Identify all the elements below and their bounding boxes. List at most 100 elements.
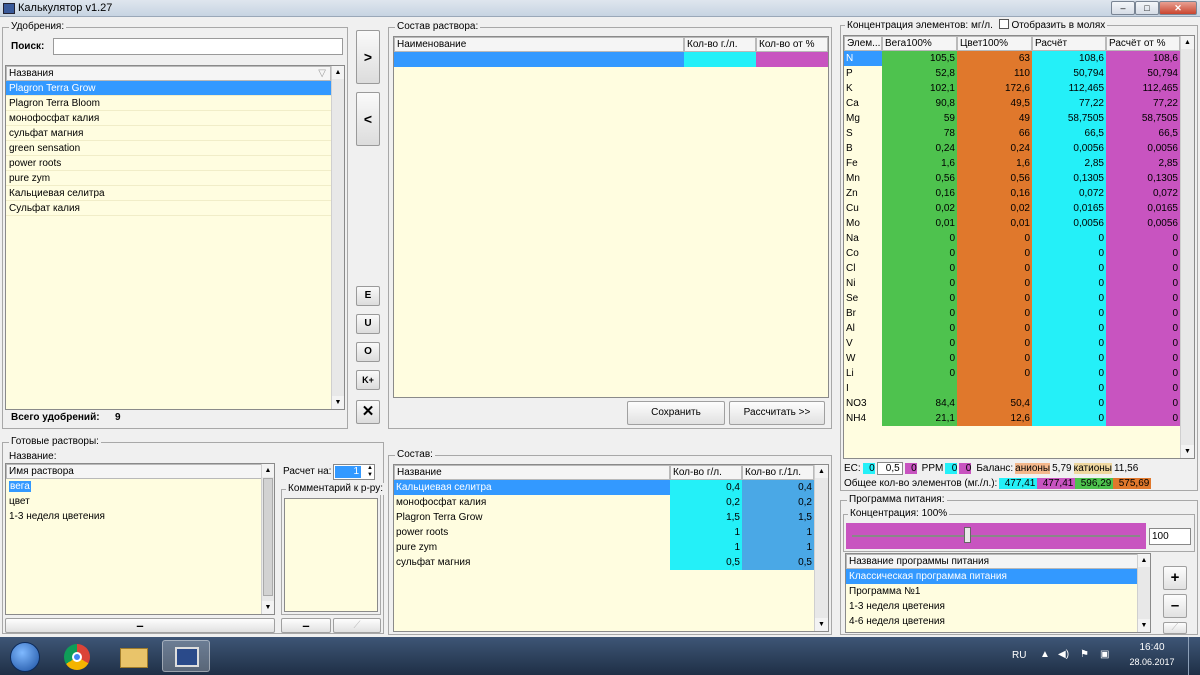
calc-for-stepper[interactable]: 1 ▲ ▼ bbox=[333, 464, 375, 480]
concentration-row[interactable]: P 52,8 110 50,794 50,794 bbox=[844, 66, 1180, 81]
calculate-button[interactable]: Рассчитать >> bbox=[729, 401, 825, 425]
start-button[interactable] bbox=[2, 640, 50, 672]
composition-row[interactable]: power roots 1 1 bbox=[394, 525, 814, 540]
ready-scrollbar[interactable]: ▲ ▼ bbox=[261, 464, 274, 614]
fertilizer-item[interactable]: сульфат магния bbox=[6, 126, 331, 141]
concentration-row[interactable]: Co 0 0 0 0 bbox=[844, 246, 1180, 261]
solution-row-selected[interactable] bbox=[394, 52, 828, 67]
composition-row[interactable]: сульфат магния 0,5 0,5 bbox=[394, 555, 814, 570]
fertilizer-item[interactable]: green sensation bbox=[6, 141, 331, 156]
add-to-solution-button[interactable]: > bbox=[356, 30, 380, 84]
concentration-row[interactable]: N 105,5 63 108,6 108,6 bbox=[844, 51, 1180, 66]
concentration-row[interactable]: V0000 bbox=[844, 336, 1180, 351]
concentration-row[interactable]: B 0,24 0,24 0,0056 0,0056 bbox=[844, 141, 1180, 156]
chart-icon[interactable]: ⟋ bbox=[333, 618, 381, 633]
conc-col-calc-percent[interactable]: Расчёт от % bbox=[1106, 36, 1180, 51]
flag-icon[interactable]: ⚑ bbox=[1080, 649, 1089, 660]
concentration-row[interactable]: Li 0 0 0 0 bbox=[844, 366, 1180, 381]
concentration-slider[interactable] bbox=[846, 523, 1146, 549]
fertilizer-item[interactable]: Сульфат калия bbox=[6, 201, 331, 216]
o-button[interactable]: O bbox=[356, 342, 380, 362]
concentration-row[interactable]: I 00 bbox=[844, 381, 1180, 396]
add-program-button[interactable]: + bbox=[1163, 566, 1187, 590]
conc-col-element[interactable]: Элем... bbox=[844, 36, 882, 51]
maximize-button[interactable]: □ bbox=[1135, 1, 1159, 15]
fertilizer-item[interactable]: pure zym bbox=[6, 171, 331, 186]
calculator-app-icon[interactable] bbox=[162, 640, 210, 672]
conc-col-tsvet[interactable]: Цвет100% bbox=[957, 36, 1032, 51]
concentration-row[interactable]: Zn 0,16 0,16 0,072 0,072 bbox=[844, 186, 1180, 201]
composition-row[interactable]: pure zym 1 1 bbox=[394, 540, 814, 555]
network-icon[interactable]: ▣ bbox=[1100, 649, 1109, 660]
u-button[interactable]: U bbox=[356, 314, 380, 334]
solution-col-name[interactable]: Наименование bbox=[394, 37, 684, 52]
concentration-row[interactable]: Cl 0 0 0 0 bbox=[844, 261, 1180, 276]
explorer-icon[interactable] bbox=[110, 640, 158, 672]
conc-col-vega[interactable]: Вега100% bbox=[882, 36, 957, 51]
solution-col-grams[interactable]: Кол-во г./л. bbox=[684, 37, 756, 52]
concentration-scrollbar[interactable]: ▲ ▼ bbox=[1180, 36, 1194, 458]
concentration-row[interactable]: Ca 90,8 49,5 77,22 77,22 bbox=[844, 96, 1180, 111]
clock-date[interactable]: 28.06.2017 bbox=[1126, 657, 1178, 667]
delete-solution-button[interactable]: – bbox=[5, 618, 275, 633]
language-indicator[interactable]: RU bbox=[1012, 650, 1026, 661]
comment-textarea[interactable] bbox=[284, 498, 378, 612]
concentration-row[interactable]: Mn 0,56 0,56 0,1305 0,1305 bbox=[844, 171, 1180, 186]
concentration-row[interactable]: NH4 21,1 12,6 0 0 bbox=[844, 411, 1180, 426]
e-button[interactable]: E bbox=[356, 286, 380, 306]
minimize-button[interactable]: – bbox=[1111, 1, 1135, 15]
program-col-name[interactable]: Название программы питания bbox=[846, 554, 1138, 569]
k-plus-button[interactable]: K+ bbox=[356, 370, 380, 390]
program-item[interactable]: Программа №1 bbox=[846, 584, 1138, 599]
fertilizer-item[interactable]: Plagron Terra Bloom bbox=[6, 96, 331, 111]
tray-arrow-icon[interactable]: ▲ bbox=[1040, 649, 1050, 660]
search-input[interactable] bbox=[53, 38, 343, 55]
conc-col-calc[interactable]: Расчёт bbox=[1032, 36, 1106, 51]
moles-checkbox[interactable] bbox=[998, 19, 1009, 29]
concentration-row[interactable]: Fe 1,6 1,6 2,85 2,85 bbox=[844, 156, 1180, 171]
concentration-row[interactable]: Cu 0,02 0,02 0,0165 0,0165 bbox=[844, 201, 1180, 216]
save-button[interactable]: Сохранить bbox=[627, 401, 725, 425]
volume-icon[interactable]: ◀) bbox=[1058, 649, 1069, 660]
composition-col-g-per-1l[interactable]: Кол-во г./1л. bbox=[742, 465, 814, 480]
composition-col-name[interactable]: Название bbox=[394, 465, 670, 480]
clock-time[interactable]: 16:40 bbox=[1130, 642, 1174, 653]
remove-from-solution-button[interactable]: < bbox=[356, 92, 380, 146]
concentration-row[interactable]: S 78 66 66,5 66,5 bbox=[844, 126, 1180, 141]
concentration-row[interactable]: K 102,1 172,6 112,465 112,465 bbox=[844, 81, 1180, 96]
delete-comment-button[interactable]: – bbox=[281, 618, 331, 633]
slider-thumb[interactable] bbox=[964, 527, 972, 543]
concentration-row[interactable]: W0000 bbox=[844, 351, 1180, 366]
remove-program-button[interactable]: – bbox=[1163, 594, 1187, 618]
fertilizer-item[interactable]: Plagron Terra Grow bbox=[6, 81, 331, 96]
concentration-row[interactable]: NO3 84,4 50,4 0 0 bbox=[844, 396, 1180, 411]
clear-icon[interactable]: ✕ bbox=[356, 400, 380, 424]
concentration-row[interactable]: Al 0 0 0 0 bbox=[844, 321, 1180, 336]
concentration-row[interactable]: Na 0 0 0 0 bbox=[844, 231, 1180, 246]
concentration-row[interactable]: Br 0 0 0 0 bbox=[844, 306, 1180, 321]
chrome-icon[interactable] bbox=[54, 640, 102, 672]
program-item[interactable]: 4-6 неделя цветения bbox=[846, 614, 1138, 629]
fertilizers-scrollbar[interactable]: ▲ ▼ bbox=[331, 66, 344, 409]
fertilizer-item[interactable]: Кальциевая селитра bbox=[6, 186, 331, 201]
concentration-value-input[interactable] bbox=[1149, 528, 1191, 545]
composition-row[interactable]: Кальциевая селитра 0,4 0,4 bbox=[394, 480, 814, 495]
solution-col-percent[interactable]: Кол-во от % bbox=[756, 37, 828, 52]
show-desktop-button[interactable] bbox=[1188, 637, 1200, 675]
composition-scrollbar[interactable]: ▲ ▼ bbox=[814, 465, 828, 631]
fertilizer-item[interactable]: монофосфат калия bbox=[6, 111, 331, 126]
program-item[interactable]: 1-3 неделя цветения bbox=[846, 599, 1138, 614]
concentration-row[interactable]: Se 0 0 0 0 bbox=[844, 291, 1180, 306]
ready-solution-item[interactable]: вега bbox=[6, 479, 262, 494]
concentration-row[interactable]: Mo 0,01 0,01 0,0056 0,0056 bbox=[844, 216, 1180, 231]
fertilizers-column-header[interactable]: Названия ▽ bbox=[6, 66, 331, 81]
ready-solution-item[interactable]: цвет bbox=[6, 494, 262, 509]
program-scrollbar[interactable]: ▲ ▼ bbox=[1137, 554, 1150, 632]
ready-solution-item[interactable]: 1-3 неделя цветения bbox=[6, 509, 262, 524]
fertilizer-item[interactable]: power roots bbox=[6, 156, 331, 171]
ec-stepper[interactable]: 0,5 bbox=[876, 462, 903, 475]
ready-col-name[interactable]: Имя раствора bbox=[6, 464, 262, 479]
concentration-row[interactable]: Mg 59 49 58,7505 58,7505 bbox=[844, 111, 1180, 126]
program-item[interactable]: Классическая программа питания bbox=[846, 569, 1138, 584]
composition-row[interactable]: Plagron Terra Grow 1,5 1,5 bbox=[394, 510, 814, 525]
